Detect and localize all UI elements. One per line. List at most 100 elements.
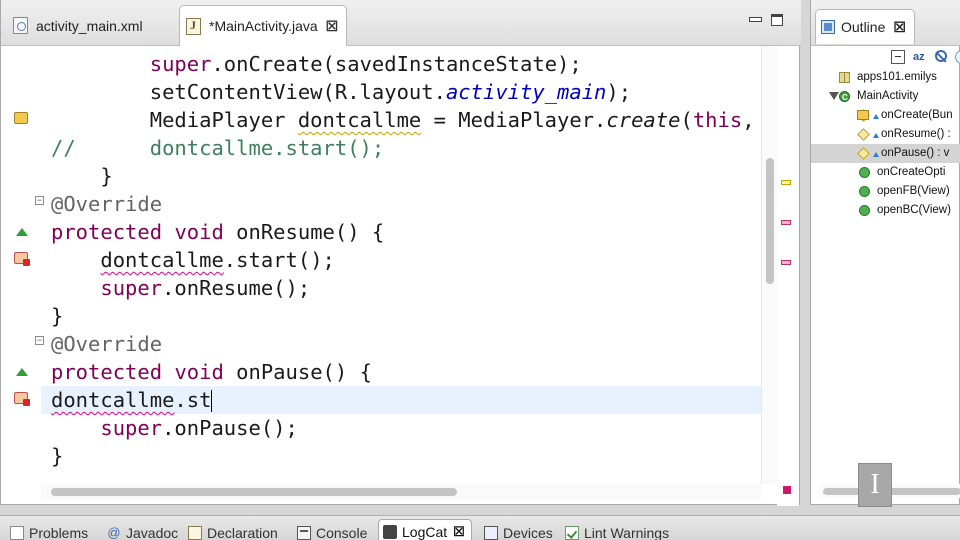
overview-ruler[interactable] [777, 46, 799, 506]
code-line[interactable]: // dontcallme.start(); [51, 134, 384, 162]
outline-item[interactable]: openFB(View) [811, 182, 960, 201]
code-line[interactable]: super.onPause(); [51, 414, 297, 442]
code-line[interactable]: super.onCreate(savedInstanceState); [51, 50, 582, 78]
code-line[interactable]: @Override [51, 330, 162, 358]
outline-item[interactable]: MainActivity [811, 87, 960, 106]
tab-activity-main-xml[interactable]: activity_main.xml [7, 9, 177, 42]
javadoc-icon [107, 526, 121, 540]
code-keyword: this [692, 108, 743, 132]
outline-item[interactable]: onResume() : [811, 125, 960, 144]
lint-icon [565, 526, 579, 540]
override-marker-icon[interactable] [16, 368, 28, 376]
code-token: create [606, 108, 681, 132]
error-marker-icon[interactable] [14, 252, 30, 266]
tab-label: Problems [29, 525, 89, 540]
warning-icon [857, 110, 869, 120]
outline-item-label: MainActivity [857, 90, 919, 102]
code-token: MediaPlayer [51, 108, 298, 132]
code-keyword: super [100, 276, 163, 300]
outline-pane: Outline ☒ apps101.emilys MainActivity onCr… [810, 0, 960, 505]
code-token: ); [606, 80, 632, 104]
code-token: setContentView(R.layout. [51, 80, 446, 104]
code-line[interactable]: protected void onResume() { [51, 218, 384, 246]
code-keyword: void [174, 220, 224, 244]
code-line[interactable]: protected void onPause() { [51, 358, 372, 386]
sort-icon[interactable] [913, 50, 927, 64]
tab-label: activity_main.xml [36, 17, 143, 34]
code-comment: // dontcallme.start(); [51, 136, 385, 160]
error-marker-icon[interactable] [14, 392, 30, 406]
code-keyword: super [149, 52, 212, 76]
minimize-icon[interactable] [749, 14, 762, 26]
close-icon[interactable]: ☒ [453, 524, 465, 540]
override-marker-icon[interactable] [16, 228, 28, 236]
outline-item[interactable]: onCreateOpti [811, 163, 960, 182]
logcat-icon [383, 524, 397, 539]
tab-outline[interactable]: Outline ☒ [815, 9, 915, 44]
tab-devices[interactable]: Devices [484, 522, 553, 540]
maximize-icon[interactable] [771, 14, 783, 26]
expand-arrow-icon[interactable] [829, 92, 839, 100]
tab-lint-warnings[interactable]: Lint Warnings [565, 522, 669, 540]
editor-pane: activity_main.xml *MainActivity.java ☒ −… [0, 0, 801, 506]
code-line[interactable]: } [51, 162, 112, 190]
override-indicator-icon [873, 133, 879, 138]
hide-static-icon[interactable] [955, 50, 960, 64]
code-token: dontcallme [51, 388, 175, 412]
tab-console[interactable]: Console [297, 522, 367, 540]
text-caret [211, 390, 213, 412]
hide-fields-icon[interactable] [935, 50, 947, 62]
eclipse-window: activity_main.xml *MainActivity.java ☒ −… [0, 0, 960, 540]
outline-item[interactable]: openBC(View) [811, 201, 960, 220]
code-line[interactable]: MediaPlayer dontcallme = MediaPlayer.cre… [51, 106, 761, 134]
code-line[interactable]: dontcallme.st [51, 386, 213, 414]
outline-item[interactable]: apps101.emilys [811, 68, 960, 87]
outline-item[interactable]: onCreate(Bun [811, 106, 960, 125]
code-token: } [51, 304, 64, 328]
outline-item-label: onCreateOpti [877, 166, 946, 178]
close-icon[interactable]: ☒ [893, 19, 906, 36]
code-line[interactable]: } [51, 442, 63, 470]
code-line[interactable]: super.onResume(); [51, 274, 310, 302]
code-token: @Override [51, 192, 163, 216]
error-summary-mark[interactable] [783, 486, 791, 494]
protected-method-icon [857, 128, 870, 141]
scrollbar-thumb[interactable] [766, 158, 774, 284]
outline-item-label: apps101.emilys [857, 71, 937, 83]
code-keyword: protected [51, 360, 163, 384]
tab-javadoc[interactable]: Javadoc [107, 522, 178, 540]
tab-problems[interactable]: Problems [10, 522, 88, 540]
collapse-all-icon[interactable] [891, 50, 905, 64]
tab-declaration[interactable]: Declaration [188, 522, 278, 540]
tab-logcat[interactable]: LogCat ☒ [378, 519, 472, 540]
warning-marker-icon[interactable] [14, 112, 28, 124]
code-line[interactable]: dontcallme.start(); [51, 246, 335, 274]
code-token: dontcallme [297, 108, 422, 132]
error-annotation-mark[interactable] [781, 220, 791, 225]
code-token: .onResume(); [162, 276, 311, 300]
editor-vertical-scrollbar[interactable] [761, 46, 777, 484]
outline-item-label: openBC(View) [877, 204, 951, 216]
code-area[interactable]: super.onCreate(savedInstanceState); setC… [41, 46, 761, 484]
code-line[interactable]: @Override [51, 190, 162, 218]
editor-tabbar: activity_main.xml *MainActivity.java ☒ [1, 0, 801, 46]
editor-gutter: − − [1, 46, 44, 486]
close-icon[interactable]: ☒ [326, 18, 339, 35]
warning-annotation-mark[interactable] [781, 180, 791, 185]
tab-label: LogCat [402, 523, 448, 540]
tab-label: Console [316, 525, 368, 540]
error-annotation-mark[interactable] [781, 260, 791, 265]
console-icon [297, 526, 311, 540]
code-line[interactable]: setContentView(R.layout.activity_main); [51, 78, 631, 106]
editor-horizontal-scrollbar[interactable] [41, 484, 761, 500]
code-line[interactable]: } [51, 302, 63, 330]
outline-toolbar [891, 50, 960, 64]
scrollbar-thumb[interactable] [51, 488, 457, 496]
tab-main-activity-java[interactable]: *MainActivity.java ☒ [179, 5, 347, 46]
code-token: , R [742, 108, 755, 132]
outline-item[interactable]: onPause() : v [811, 144, 960, 163]
